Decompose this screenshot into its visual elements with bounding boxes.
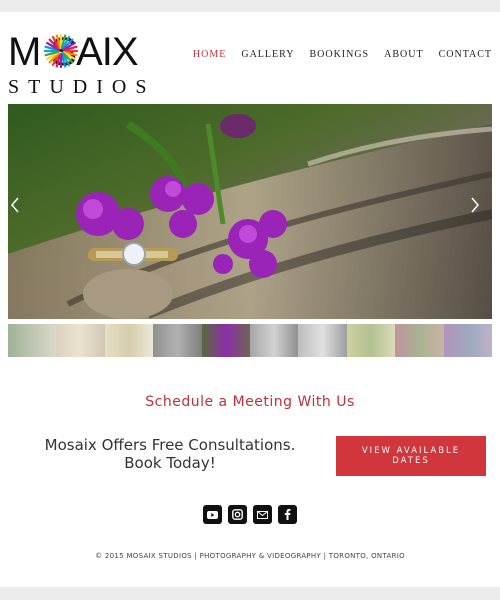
slider-next-button[interactable] [470,197,490,225]
logo-burst-icon [44,34,78,68]
thumbnail[interactable] [250,324,299,357]
thumbnail[interactable] [443,324,493,357]
nav-contact[interactable]: CONTACT [439,49,492,60]
offer-line-1: Mosaix Offers Free Consultations. [44,436,296,454]
nav-about[interactable]: ABOUT [384,49,423,60]
thumbnail-strip [8,324,493,357]
schedule-heading: Schedule a Meeting With Us [145,394,355,410]
thumbnail[interactable] [346,324,396,357]
thumbnail[interactable] [153,324,202,357]
facebook-icon [284,509,291,520]
instagram-link[interactable] [228,505,247,524]
thumbnail[interactable] [395,324,444,357]
cta-line-2: DATES [392,456,430,466]
email-link[interactable] [253,505,272,524]
nav-home[interactable]: HOME [193,49,226,60]
cta-line-1: VIEW AVAILABLE [361,446,461,456]
youtube-link[interactable] [203,505,222,524]
nav-bookings[interactable]: BOOKINGS [309,49,369,60]
hero-image [8,104,492,319]
page: M SAIX STUDIOS HOME GALLERY BOOKINGS ABO… [0,12,500,587]
chevron-right-icon [471,197,479,213]
youtube-icon [207,510,218,519]
site-logo[interactable]: M SAIX STUDIOS [8,32,188,98]
facebook-link[interactable] [278,505,297,524]
logo-subtitle: STUDIOS [8,76,156,98]
thumbnail[interactable] [298,324,347,357]
nav-gallery[interactable]: GALLERY [241,49,294,60]
chevron-left-icon [11,197,19,213]
slider-prev-button[interactable] [10,197,30,225]
thumbnail[interactable] [8,324,57,357]
offer-line-2: Book Today! [124,454,216,472]
thumbnail[interactable] [104,324,154,357]
consultation-text: Mosaix Offers Free Consultations. Book T… [20,436,320,472]
email-icon [257,510,268,519]
main-nav: HOME GALLERY BOOKINGS ABOUT CONTACT [193,49,492,60]
view-available-dates-button[interactable]: VIEW AVAILABLE DATES [336,436,486,476]
footer-text: © 2015 MOSAIX STUDIOS | PHOTOGRAPHY & VI… [95,552,405,560]
social-links [203,505,297,524]
instagram-icon [232,509,243,520]
thumbnail-active[interactable] [201,324,251,357]
hero-slider [8,104,492,319]
thumbnail[interactable] [56,324,105,357]
